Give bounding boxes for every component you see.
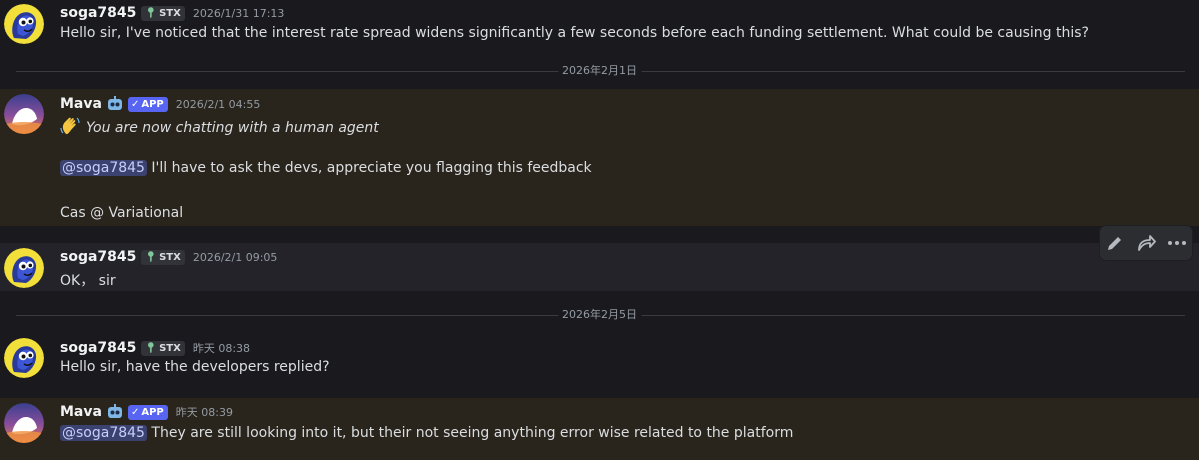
message-text: Hello sir, have the developers replied?: [60, 359, 330, 375]
server-tag-label: STX: [159, 251, 181, 263]
user-mention[interactable]: @soga7845: [60, 160, 147, 176]
robot-icon: [107, 404, 122, 418]
message-mava-1: Mava ✓ APP 2026/2/1 04:55 You are now cha…: [0, 89, 1199, 226]
avatar[interactable]: [4, 4, 44, 44]
timestamp: 2026/2/1 09:05: [192, 250, 278, 264]
username[interactable]: Mava: [60, 96, 102, 112]
tag-icon: 📍︎: [144, 251, 158, 263]
message-line: You are now chatting with a human agent: [60, 116, 379, 136]
message-line: @soga7845 They are still looking into it…: [60, 425, 793, 441]
app-badge: ✓ APP: [127, 96, 168, 112]
username[interactable]: soga7845: [60, 249, 136, 265]
user-mention[interactable]: @soga7845: [60, 425, 147, 441]
timestamp: 昨天 08:38: [192, 342, 251, 355]
timestamp: 2026/2/1 04:55: [175, 97, 261, 111]
username[interactable]: soga7845: [60, 340, 136, 356]
more-icon: [1167, 241, 1186, 245]
forward-icon: [1138, 235, 1156, 251]
avatar[interactable]: [4, 248, 44, 288]
waving-hand-icon: [60, 117, 80, 135]
app-badge-label: APP: [141, 406, 164, 418]
message-mava-2: Mava ✓ APP 昨天 08:39 @soga7845 They are st…: [0, 398, 1199, 460]
forward-button[interactable]: [1134, 231, 1158, 255]
tag-icon: 📍︎: [144, 7, 158, 19]
more-button[interactable]: [1165, 231, 1189, 255]
message-line: @soga7845 I'll have to ask the devs, app…: [60, 160, 592, 176]
check-icon: ✓: [130, 98, 140, 110]
signature-text: Cas @ Variational: [60, 205, 184, 221]
message-text: OK， sir: [60, 273, 116, 289]
message-text: Hello sir, I've noticed that the interes…: [60, 25, 1089, 41]
check-icon: ✓: [130, 406, 140, 418]
server-tag[interactable]: 📍︎ STX: [141, 340, 185, 356]
avatar[interactable]: [4, 94, 44, 134]
message-text: They are still looking into it, but thei…: [146, 425, 794, 441]
message-soga-1: soga7845 📍︎ STX 2026/1/31 17:13 Hello sir…: [0, 0, 1199, 50]
server-tag-label: STX: [159, 7, 181, 19]
username[interactable]: Mava: [60, 404, 102, 420]
timestamp: 昨天 08:39: [175, 406, 233, 419]
divider-date: 2026年2月1日: [558, 64, 641, 78]
edit-button[interactable]: [1103, 231, 1127, 255]
server-tag-label: STX: [159, 342, 181, 354]
message-toolbar: [1100, 226, 1192, 260]
system-text: You are now chatting with a human agent: [86, 120, 379, 136]
tag-icon: 📍︎: [144, 342, 158, 354]
username[interactable]: soga7845: [60, 5, 136, 21]
server-tag[interactable]: 📍︎ STX: [141, 249, 185, 265]
avatar[interactable]: [4, 338, 44, 378]
divider-date: 2026年2月5日: [558, 308, 641, 322]
server-tag[interactable]: 📍︎ STX: [141, 5, 185, 21]
avatar[interactable]: [4, 403, 44, 443]
message-text: I'll have to ask the devs, appreciate yo…: [146, 160, 592, 176]
pencil-icon: [1108, 237, 1122, 250]
app-badge: ✓ APP: [127, 404, 168, 420]
message-soga-3: soga7845 📍︎ STX 昨天 08:38 Hello sir, have …: [0, 333, 1199, 385]
app-badge-label: APP: [141, 98, 164, 110]
date-divider: 2026年2月1日: [0, 64, 1199, 78]
date-divider: 2026年2月5日: [0, 308, 1199, 322]
timestamp: 2026/1/31 17:13: [192, 6, 285, 20]
robot-icon: [107, 96, 122, 110]
message-soga-2: soga7845 📍︎ STX 2026/2/1 09:05 OK， sir: [0, 243, 1199, 291]
